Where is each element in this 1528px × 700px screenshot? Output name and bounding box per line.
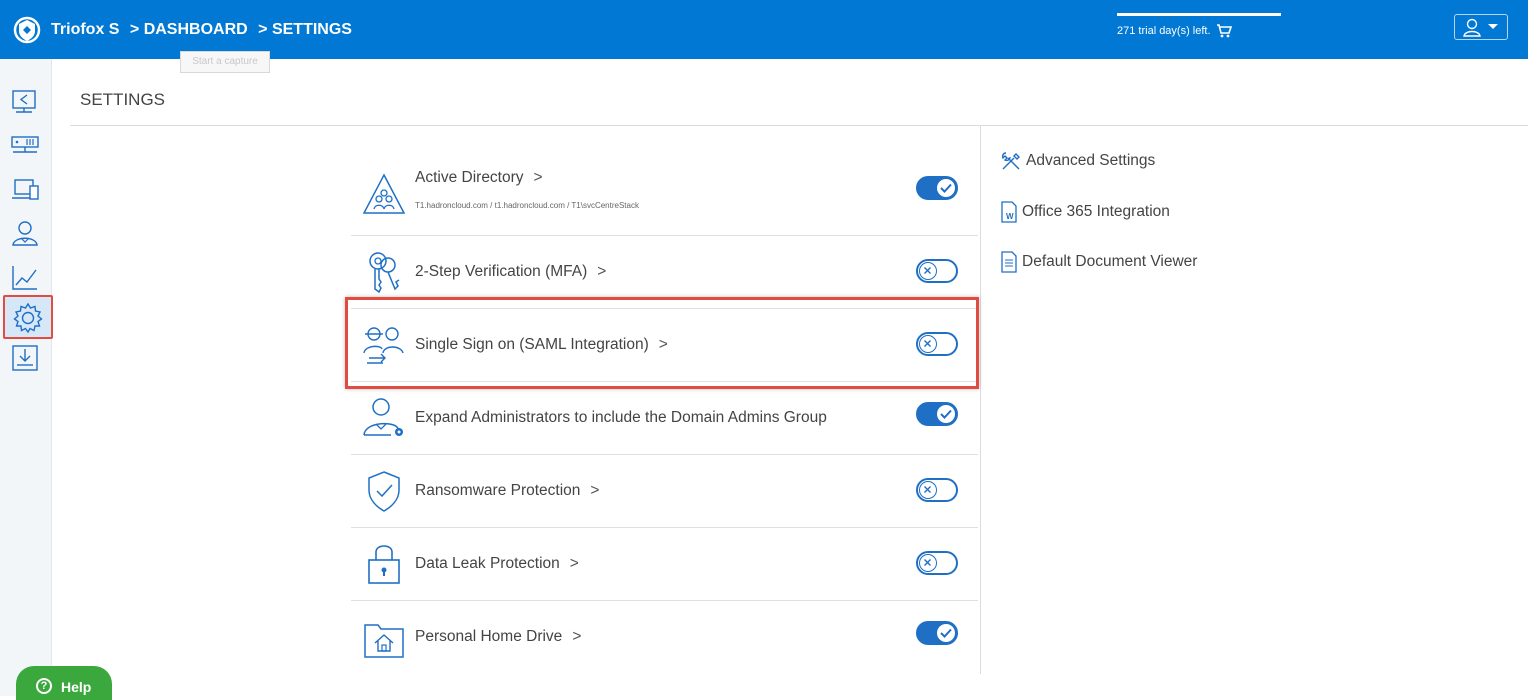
ransomware-link[interactable]: Ransomware Protection > (415, 482, 599, 500)
brand-name[interactable]: Triofox S (51, 21, 119, 38)
sidebar-item-users[interactable] (10, 219, 40, 249)
home-drive-link[interactable]: Personal Home Drive > (415, 628, 581, 646)
settings-row-active-directory: Active Directory > T1.hadroncloud.com / t… (351, 163, 978, 236)
domain-admins-toggle[interactable] (916, 402, 958, 426)
chevron-down-icon (1488, 24, 1498, 29)
chevron-right-icon: > (590, 482, 600, 499)
advanced-settings-label: Advanced Settings (1026, 152, 1156, 170)
office365-label: Office 365 Integration (1022, 203, 1170, 221)
cart-icon[interactable] (1216, 24, 1232, 38)
data-leak-link[interactable]: Data Leak Protection > (415, 555, 579, 573)
chevron-right-icon: > (569, 555, 579, 572)
check-icon (940, 409, 952, 419)
close-icon (924, 559, 931, 566)
share-monitor-icon (12, 90, 36, 113)
home-folder-icon (364, 624, 404, 658)
question-icon: ? (36, 678, 52, 694)
gear-icon (13, 302, 43, 334)
sidebar-item-devices[interactable] (10, 175, 40, 205)
triofox-logo-icon[interactable] (13, 14, 41, 46)
document-viewer-label: Default Document Viewer (1022, 253, 1198, 271)
download-icon (12, 345, 38, 371)
chevron-right-icon: > (533, 169, 543, 186)
advanced-settings-link[interactable]: Advanced Settings (1000, 150, 1155, 172)
capture-tooltip: Start a capture (180, 51, 270, 73)
sidebar-item-shares[interactable] (10, 87, 40, 117)
trial-progress-bar (1117, 13, 1281, 16)
chevron-right-icon: > (572, 628, 582, 645)
check-icon (940, 628, 952, 638)
help-button[interactable]: ? Help (16, 666, 112, 700)
breadcrumb-dashboard[interactable]: > DASHBOARD (130, 21, 248, 38)
default-document-viewer-link[interactable]: Default Document Viewer (1000, 250, 1197, 274)
setting-label: Data Leak Protection (415, 555, 560, 572)
svg-text:W: W (1006, 212, 1014, 221)
setting-label: 2-Step Verification (MFA) (415, 263, 588, 280)
admin-gear-icon (363, 398, 403, 436)
trial-days-text: 271 trial day(s) left. (1117, 25, 1211, 37)
devices-icon (12, 179, 39, 200)
lock-icon (368, 545, 400, 584)
breadcrumb-settings: > SETTINGS (258, 21, 352, 38)
sidebar-item-servers[interactable] (10, 131, 40, 161)
close-icon (924, 486, 931, 493)
mfa-link[interactable]: 2-Step Verification (MFA) > (415, 263, 606, 281)
help-label: Help (61, 679, 92, 695)
active-directory-icon (362, 173, 406, 214)
ransomware-toggle[interactable] (916, 478, 958, 502)
users-icon (12, 221, 38, 246)
user-menu-button[interactable] (1454, 14, 1508, 40)
chevron-right-icon: > (597, 263, 607, 280)
breadcrumb: Triofox S > DASHBOARD > SETTINGS (51, 21, 358, 39)
user-icon (1463, 18, 1498, 37)
sidebar-item-settings[interactable] (3, 295, 53, 339)
mfa-toggle[interactable] (916, 259, 958, 283)
divider (70, 125, 1528, 126)
data-leak-toggle[interactable] (916, 551, 958, 575)
close-icon (924, 267, 931, 274)
home-drive-toggle[interactable] (916, 621, 958, 645)
domain-admins-label: Expand Administrators to include the Dom… (415, 409, 827, 426)
sidebar (0, 59, 53, 696)
page-title: SETTINGS (80, 90, 166, 109)
check-icon (940, 183, 952, 193)
tools-icon (1001, 152, 1020, 170)
settings-row-home-drive: Personal Home Drive > (351, 601, 978, 674)
active-directory-link[interactable]: Active Directory > (415, 169, 543, 187)
setting-label: Personal Home Drive (415, 628, 563, 645)
shield-check-icon (368, 471, 400, 512)
chart-icon (12, 266, 37, 290)
sidebar-item-reports[interactable] (10, 263, 40, 293)
setting-label: Active Directory (415, 169, 524, 186)
sidebar-item-downloads[interactable] (10, 343, 40, 373)
server-rack-icon (11, 136, 39, 153)
office365-integration-link[interactable]: W Office 365 Integration (1000, 200, 1170, 224)
highlight-box (345, 297, 979, 389)
divider (980, 126, 981, 674)
setting-label: Ransomware Protection (415, 482, 581, 499)
settings-row-ransomware: Ransomware Protection > (351, 455, 978, 528)
active-directory-details: T1.hadroncloud.com / t1.hadroncloud.com … (415, 201, 639, 210)
word-document-icon: W (1001, 201, 1017, 223)
keys-icon (369, 252, 400, 294)
settings-row-domain-admins: Expand Administrators to include the Dom… (351, 382, 978, 455)
document-icon (1001, 251, 1017, 273)
settings-row-data-leak: Data Leak Protection > (351, 528, 978, 601)
active-directory-toggle[interactable] (916, 176, 958, 200)
